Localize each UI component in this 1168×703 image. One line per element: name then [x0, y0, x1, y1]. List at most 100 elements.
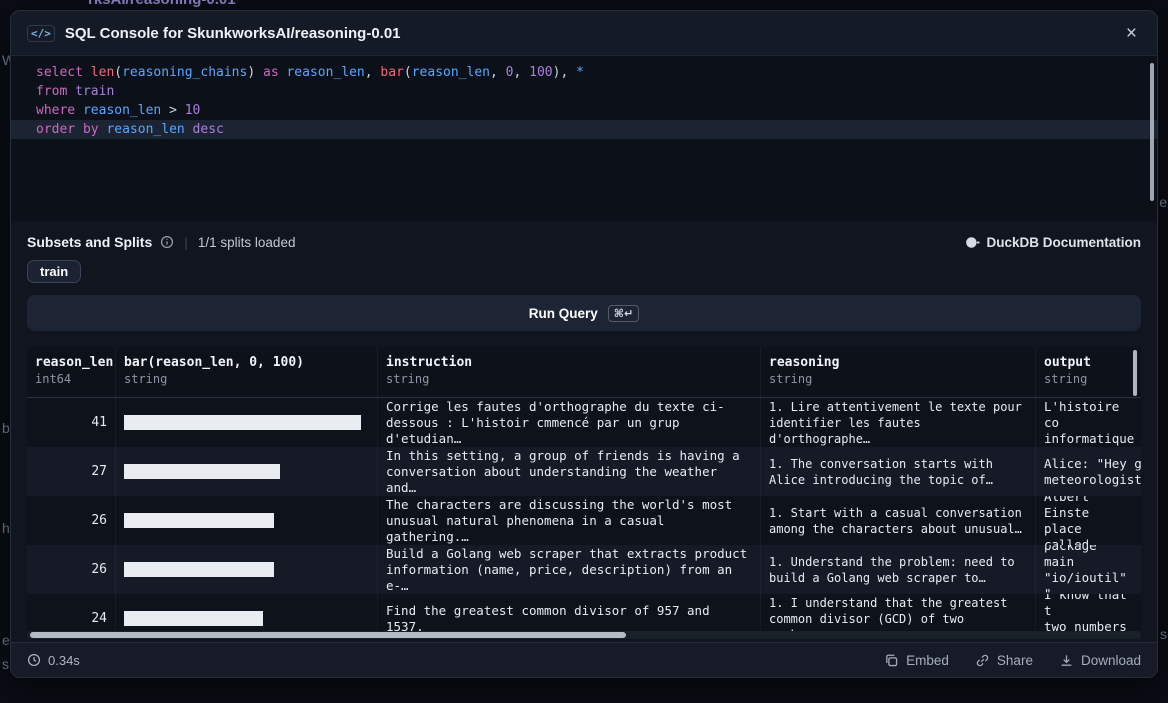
table-row[interactable]: 27 In this setting, a group of friends is…	[27, 447, 1141, 496]
cell-reasoning-text: 1. Lire attentivement le texte pour iden…	[769, 399, 1027, 447]
sql-token: where	[36, 103, 83, 118]
split-chip-train[interactable]: train	[27, 260, 81, 283]
cell-instruction-text: In this setting, a group of friends is h…	[386, 448, 752, 496]
backdrop-letter: s	[2, 656, 9, 672]
cell-reasoning: 1. Start with a casual conversation amon…	[761, 496, 1036, 545]
column-header-2: bar(reason_len, 0, 100)string	[116, 347, 378, 397]
column-header-3: instructionstring	[378, 347, 761, 397]
cell-reasoning: 1. The conversation starts with Alice in…	[761, 447, 1036, 496]
sql-token: by	[83, 122, 106, 137]
cell-output: package main "io/ioutil" "	[1036, 545, 1141, 594]
cell-output-text: I know that t two numbers i	[1044, 594, 1133, 631]
cell-instruction-text: Build a Golang web scraper that extracts…	[386, 546, 752, 594]
sql-token: bar	[380, 65, 403, 80]
clock-icon	[27, 653, 41, 667]
divider: |	[184, 234, 188, 250]
download-icon	[1059, 653, 1074, 668]
sql-token: 10	[185, 103, 201, 118]
table-vertical-scrollbar[interactable]	[1133, 350, 1137, 396]
cell-bar	[116, 496, 378, 545]
table-row[interactable]: 24 Find the greatest common divisor of 95…	[27, 594, 1141, 631]
cell-instruction: Build a Golang web scraper that extracts…	[378, 545, 761, 594]
sql-token: reason_len	[83, 103, 161, 118]
cell-output-text: L'histoire co informatique	[1044, 399, 1134, 447]
footer-actions: Embed Share Download	[884, 653, 1141, 668]
sql-token: reasoning_chains	[122, 65, 247, 80]
share-button[interactable]: Share	[975, 653, 1033, 668]
sql-token: (	[404, 65, 412, 80]
info-icon[interactable]	[160, 235, 174, 249]
cell-output-text: package main "io/ioutil" "	[1044, 545, 1133, 594]
download-button[interactable]: Download	[1059, 653, 1141, 668]
sql-token: ,	[490, 65, 506, 80]
cell-output-text: Alice: "Hey g meteorologist	[1044, 456, 1141, 488]
code-line-1[interactable]: select len(reasoning_chains) as reason_l…	[11, 63, 1157, 82]
code-line-4[interactable]: order by reason_len desc	[11, 120, 1157, 139]
cell-instruction: The characters are discussing the world'…	[378, 496, 761, 545]
download-label: Download	[1081, 653, 1141, 668]
column-type: string	[769, 372, 1027, 386]
sql-token: order	[36, 122, 83, 137]
cell-output: Albert Einste place called	[1036, 496, 1141, 545]
sql-token: )	[247, 65, 263, 80]
bar-glyph	[124, 415, 361, 430]
cell-reason-len: 41	[27, 398, 116, 447]
code-line-2[interactable]: from train	[11, 82, 1157, 101]
sql-token: as	[263, 65, 286, 80]
backdrop-letter: h	[2, 520, 10, 536]
sql-token: >	[161, 103, 184, 118]
sql-editor[interactable]: select len(reasoning_chains) as reason_l…	[11, 56, 1157, 221]
table-body: 41 Corrige les fautes d'orthographe du te…	[27, 398, 1141, 631]
sql-token: 100	[529, 65, 552, 80]
close-icon[interactable]: ×	[1122, 22, 1141, 45]
table-row[interactable]: 41 Corrige les fautes d'orthographe du te…	[27, 398, 1141, 447]
share-icon	[975, 653, 990, 668]
sql-token: ,	[514, 65, 530, 80]
horizontal-scrollbar[interactable]	[27, 631, 1141, 639]
column-header-5: outputstring	[1036, 347, 1141, 397]
cell-instruction-text: Find the greatest common divisor of 957 …	[386, 603, 752, 632]
modal-title: SQL Console for SkunkworksAI/reasoning-0…	[65, 25, 401, 42]
cell-reason-len: 24	[27, 594, 116, 631]
cell-output: I know that t two numbers i	[1036, 594, 1141, 631]
column-name: bar(reason_len, 0, 100)	[124, 355, 369, 370]
backdrop-top-fragment: rksAI/reasoning-0.01	[88, 0, 236, 8]
duckdb-doc-label: DuckDB Documentation	[986, 235, 1141, 250]
sql-token: reason_len	[412, 65, 490, 80]
sql-token: train	[75, 84, 114, 99]
cell-reason-len: 27	[27, 447, 116, 496]
code-icon: </>	[27, 25, 55, 42]
controls-section: Subsets and Splits | 1/1 splits loaded D…	[11, 221, 1157, 331]
elapsed-time: 0.34s	[48, 653, 80, 668]
sql-token: *	[576, 65, 584, 80]
code-line-3[interactable]: where reason_len > 10	[11, 101, 1157, 120]
editor-scrollbar[interactable]	[1150, 63, 1154, 201]
cell-bar	[116, 447, 378, 496]
bar-glyph	[124, 464, 280, 479]
embed-icon	[884, 653, 899, 668]
table-row[interactable]: 26 The characters are discussing the worl…	[27, 496, 1141, 545]
cell-bar	[116, 398, 378, 447]
sql-console-modal: </> SQL Console for SkunkworksAI/reasoni…	[10, 10, 1158, 678]
cell-instruction: Find the greatest common divisor of 957 …	[378, 594, 761, 631]
cell-reasoning-text: 1. The conversation starts with Alice in…	[769, 456, 993, 488]
cell-instruction: Corrige les fautes d'orthographe du text…	[378, 398, 761, 447]
sql-token: ),	[553, 65, 576, 80]
cell-reason-len: 26	[27, 496, 116, 545]
sql-token: ,	[365, 65, 381, 80]
column-type: int64	[35, 372, 107, 386]
backdrop-letter: e	[2, 632, 10, 648]
sql-token: (	[114, 65, 122, 80]
duckdb-documentation-link[interactable]: DuckDB Documentation	[965, 235, 1141, 250]
results-table: reason_lenint64bar(reason_len, 0, 100)st…	[27, 347, 1141, 631]
cell-reason-len: 26	[27, 545, 116, 594]
query-elapsed: 0.34s	[27, 653, 80, 668]
horizontal-scrollbar-thumb[interactable]	[30, 632, 626, 638]
table-row[interactable]: 26 Build a Golang web scraper that extrac…	[27, 545, 1141, 594]
cell-instruction-text: The characters are discussing the world'…	[386, 497, 752, 545]
embed-button[interactable]: Embed	[884, 653, 949, 668]
backdrop-letter: b	[2, 420, 10, 436]
cell-reasoning: 1. Lire attentivement le texte pour iden…	[761, 398, 1036, 447]
run-query-button[interactable]: Run Query ⌘↵	[27, 295, 1141, 331]
sql-token: len	[91, 65, 114, 80]
